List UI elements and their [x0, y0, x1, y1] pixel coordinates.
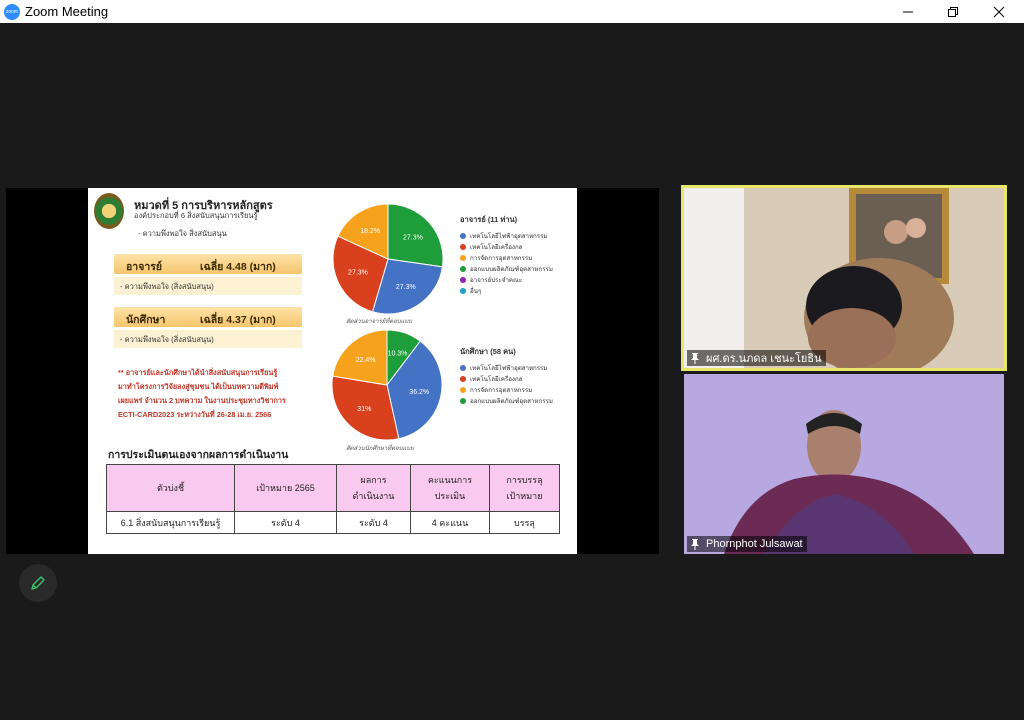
table-cell: ระดับ 4 — [234, 511, 337, 534]
participant-name-tag: Phornphot Julsawat — [687, 536, 807, 552]
legend-swatch — [460, 276, 466, 283]
teacher-pie-legend: อาจารย์ (11 ท่าน) เทคโนโลยีไฟฟ้าอุตสาหกร… — [460, 214, 553, 296]
teacher-legend-title: อาจารย์ (11 ท่าน) — [460, 215, 518, 224]
legend-label: อาจารย์ประจำคณะ — [470, 276, 523, 284]
table-cell: 6.1 สิ่งสนับสนุนการเรียนรู้ — [106, 511, 235, 534]
evaluation-title: การประเมินตนเองจากผลการดำเนินงาน — [108, 449, 289, 461]
student-score-box: นักศึกษา เฉลี่ย 4.37 (มาก) — [114, 307, 302, 327]
table-cell: บรรลุ — [489, 511, 560, 534]
legend-item: เทคโนโลยีเครื่องกล — [460, 241, 553, 252]
minimize-icon — [903, 11, 913, 12]
teacher-note: - ความพึงพอใจ (สิ่งสนับสนุน) — [114, 277, 302, 295]
restore-icon — [948, 6, 958, 17]
student-legend-title: นักศึกษา (58 คน) — [460, 347, 516, 356]
table-cell: ระดับ 4 — [336, 511, 411, 534]
student-pie-legend: นักศึกษา (58 คน) เทคโนโลยีไฟฟ้าอุตสาหกรร… — [460, 346, 553, 406]
table-header: คะแนนการ ประเมิน — [410, 464, 490, 512]
pie-slice-label: 22.4% — [356, 357, 376, 364]
zoom-app-icon: zoom — [4, 3, 20, 20]
title-bar: zoom Zoom Meeting — [0, 0, 1024, 23]
pie-slice-label: 36.2% — [409, 389, 429, 396]
pencil-icon — [31, 576, 45, 590]
table-header: ผลการ ดำเนินงาน — [336, 464, 411, 512]
legend-item: เทคโนโลยีไฟฟ้าอุตสาหกรรม — [460, 362, 553, 373]
student-note: - ความพึงพอใจ (สิ่งสนับสนุน) — [114, 330, 302, 348]
annotate-button[interactable] — [19, 564, 57, 602]
teacher-pie-caption: สัดส่วนอาจารย์ที่ตอบแบบ — [346, 319, 413, 325]
participant-video-feed — [684, 374, 1004, 554]
legend-label: เทคโนโลยีไฟฟ้าอุตสาหกรรม — [470, 364, 548, 372]
research-note: ** อาจารย์และนักศึกษาได้นำสิ่งสนับสนุนกา… — [118, 366, 358, 422]
student-label: นักศึกษา — [126, 314, 166, 326]
legend-item: ออกแบบผลิตภัณฑ์อุตสาหกรรม — [460, 395, 553, 406]
legend-label: ออกแบบผลิตภัณฑ์อุตสาหกรรม — [470, 397, 553, 405]
pie-slice-label: 27.3% — [403, 234, 423, 241]
legend-swatch — [460, 397, 466, 404]
research-note-line: ** อาจารย์และนักศึกษาได้นำสิ่งสนับสนุนกา… — [118, 368, 278, 377]
legend-swatch — [460, 287, 466, 294]
participant-name-tag: ผศ.ดร.นภดล เชนะโยธิน — [687, 350, 826, 366]
legend-label: ออกแบบผลิตภัณฑ์อุตสาหกรรม — [470, 265, 553, 273]
legend-label: การจัดการอุตสาหกรรม — [470, 254, 533, 262]
legend-label: การจัดการอุตสาหกรรม — [470, 386, 533, 394]
legend-item: เทคโนโลยีไฟฟ้าอุตสาหกรรม — [460, 230, 553, 241]
student-score: เฉลี่ย 4.37 (มาก) — [200, 314, 276, 326]
research-note-line: มาทำโครงการวิจัยลงสู่ชุมชน ได้เป็นบทความ… — [118, 382, 279, 391]
participant-name: ผศ.ดร.นภดล เชนะโยธิน — [706, 353, 822, 365]
legend-label: เทคโนโลยีไฟฟ้าอุตสาหกรรม — [470, 232, 548, 240]
table-header: ตัวบ่งชี้ — [106, 464, 235, 512]
legend-swatch — [460, 232, 466, 239]
slide-subtitle: องค์ประกอบที่ 6 สิ่งสนับสนุนการเรียนรู้ — [134, 211, 258, 220]
legend-label: เทคโนโลยีเครื่องกล — [470, 243, 523, 251]
university-logo — [94, 193, 124, 229]
pie-slice-label: 27.3% — [348, 270, 368, 277]
table-cell: 4 คะแนน — [410, 511, 490, 534]
pie-slice-label: 31% — [357, 406, 371, 413]
legend-item: การจัดการอุตสาหกรรม — [460, 384, 553, 395]
pie-slice-label: 18.2% — [360, 228, 380, 235]
legend-item: เทคโนโลยีเครื่องกล — [460, 373, 553, 384]
close-icon — [993, 6, 1005, 17]
minimize-button[interactable] — [885, 0, 931, 23]
participant-name: Phornphot Julsawat — [706, 538, 803, 550]
legend-item: การจัดการอุตสาหกรรม — [460, 252, 553, 263]
legend-item: อื่นๆ — [460, 285, 553, 296]
pin-icon — [691, 539, 699, 550]
research-note-line: เผยแพร่ จำนวน 2 บทความ ในงานประชุมทางวิช… — [118, 396, 286, 405]
teacher-score-box: อาจารย์ เฉลี่ย 4.48 (มาก) — [114, 254, 302, 274]
pin-icon — [691, 353, 699, 364]
pie-slice-label: 10.3% — [388, 351, 408, 358]
legend-swatch — [460, 254, 466, 261]
legend-swatch — [460, 364, 466, 371]
evaluation-table: ตัวบ่งชี้ เป้าหมาย 2565 ผลการ ดำเนินงาน … — [106, 464, 560, 534]
table-header-row: ตัวบ่งชี้ เป้าหมาย 2565 ผลการ ดำเนินงาน … — [106, 464, 560, 512]
window-title: Zoom Meeting — [25, 4, 109, 19]
legend-swatch — [460, 243, 466, 250]
satisfaction-heading: - ความพึงพอใจ สิ่งสนับสนุน — [138, 229, 227, 238]
participant-video-feed — [684, 188, 954, 368]
legend-swatch — [460, 386, 466, 393]
student-pie-chart: 10.3% 36.2% 31% 22.4% — [331, 329, 443, 441]
table-header: เป้าหมาย 2565 — [234, 464, 337, 512]
legend-label: อื่นๆ — [470, 287, 482, 295]
teacher-label: อาจารย์ — [126, 261, 163, 273]
teacher-pie-chart: 27.3% 27.3% 27.3% 18.2% — [332, 203, 444, 315]
legend-swatch — [460, 265, 466, 272]
participant-video[interactable]: Phornphot Julsawat — [684, 374, 1004, 554]
table-header: การบรรลุ เป้าหมาย — [489, 464, 560, 512]
teacher-score: เฉลี่ย 4.48 (มาก) — [200, 261, 276, 273]
research-note-line: ECTI-CARD2023 ระหว่างวันที่ 26-28 เม.ย. … — [118, 410, 272, 419]
legend-swatch — [460, 375, 466, 382]
restore-button[interactable] — [930, 0, 976, 23]
legend-item: ออกแบบผลิตภัณฑ์อุตสาหกรรม — [460, 263, 553, 274]
table-row: 6.1 สิ่งสนับสนุนการเรียนรู้ ระดับ 4 ระดั… — [106, 511, 560, 534]
shared-screen[interactable]: หมวดที่ 5 การบริหารหลักสูตร องค์ประกอบที… — [6, 188, 659, 554]
pie-slice-label: 27.3% — [396, 284, 416, 291]
participant-video-active[interactable]: ผศ.ดร.นภดล เชนะโยธิน — [681, 185, 1007, 371]
legend-label: เทคโนโลยีเครื่องกล — [470, 375, 523, 383]
presentation-slide: หมวดที่ 5 การบริหารหลักสูตร องค์ประกอบที… — [88, 188, 577, 554]
legend-item: อาจารย์ประจำคณะ — [460, 274, 553, 285]
close-button[interactable] — [976, 0, 1022, 23]
student-pie-caption: สัดส่วนนักศึกษาที่ตอบแบบ — [346, 446, 414, 452]
